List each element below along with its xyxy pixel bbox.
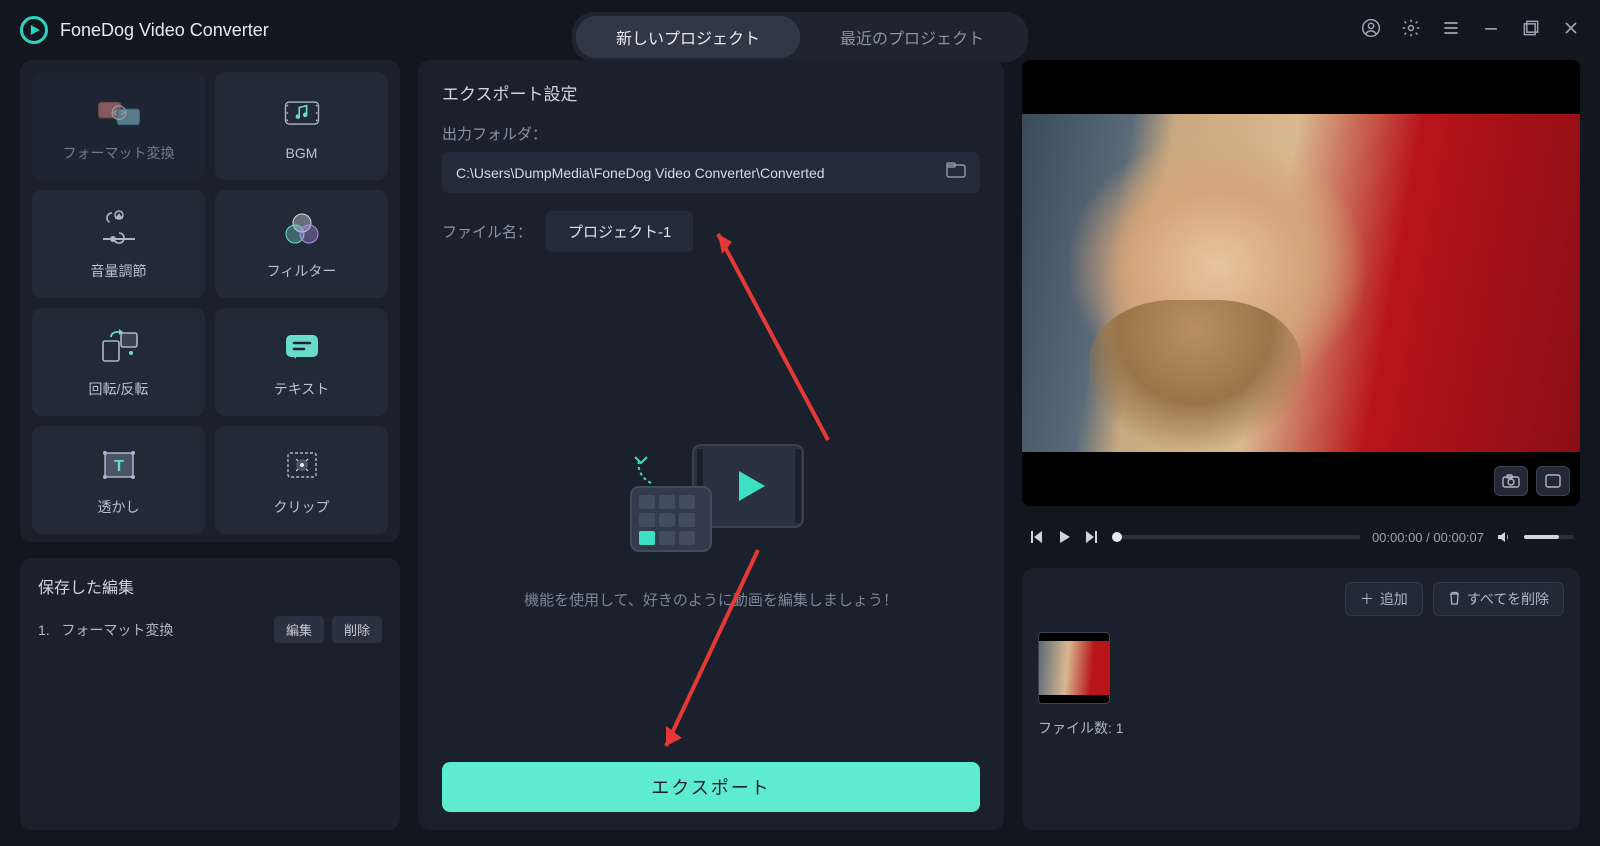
volume-icon[interactable] [1496, 529, 1512, 545]
video-preview [1022, 60, 1580, 506]
title-bar: FoneDog Video Converter 新しいプロジェクト 最近のプロジ… [0, 0, 1600, 60]
tools-panel: フォーマット変換 BGM 音量調節 [20, 60, 400, 542]
account-icon[interactable] [1360, 17, 1382, 39]
text-icon [280, 325, 324, 369]
prev-button[interactable] [1028, 529, 1044, 545]
svg-text:T: T [114, 458, 124, 475]
saved-edits-panel: 保存した編集 1. フォーマット変換 編集 削除 [20, 558, 400, 830]
convert-icon [97, 89, 141, 133]
file-count: ファイル数: 1 [1038, 718, 1564, 738]
minimize-button[interactable] [1480, 17, 1502, 39]
filter-icon [280, 207, 324, 251]
close-button[interactable] [1560, 17, 1582, 39]
tool-format-convert[interactable]: フォーマット変換 [32, 72, 205, 180]
filename-input[interactable]: プロジェクト-1 [546, 211, 693, 252]
app-logo-icon [20, 16, 48, 44]
progress-bar[interactable] [1112, 535, 1360, 539]
export-panel: エクスポート設定 出力フォルダ： C:\Users\DumpMedia\Fone… [418, 60, 1004, 830]
fullscreen-button[interactable] [1536, 466, 1570, 496]
tool-label: フィルター [267, 261, 337, 281]
saved-edit-edit-button[interactable]: 編集 [274, 616, 324, 643]
tool-label: クリップ [274, 497, 330, 517]
menu-icon[interactable] [1440, 17, 1462, 39]
export-illustration: 機能を使用して、好きのように動画を編集しましょう！ [442, 282, 980, 762]
tool-label: 透かし [98, 497, 140, 517]
export-section-title: エクスポート設定 [442, 80, 980, 105]
time-display: 00:00:00 / 00:00:07 [1372, 530, 1484, 545]
video-frame[interactable] [1022, 114, 1580, 453]
next-button[interactable] [1084, 529, 1100, 545]
thumbnails-panel: ＋ 追加 すべてを削除 ファイル数: 1 [1022, 568, 1580, 830]
filename-label: ファイル名： [442, 221, 532, 242]
output-folder-path: C:\Users\DumpMedia\FoneDog Video Convert… [456, 165, 946, 181]
tool-clip[interactable]: クリップ [215, 426, 388, 534]
browse-folder-icon[interactable] [946, 162, 966, 183]
tool-label: フォーマット変換 [63, 143, 175, 163]
tool-label: 回転/反転 [89, 379, 149, 399]
window-controls [1360, 17, 1582, 39]
bgm-icon [280, 91, 324, 135]
play-button[interactable] [1056, 529, 1072, 545]
saved-edit-row: 1. フォーマット変換 編集 削除 [38, 616, 382, 643]
top-tabs: 新しいプロジェクト 最近のプロジェクト [572, 12, 1028, 62]
export-hint-text: 機能を使用して、好きのように動画を編集しましょう！ [524, 589, 898, 613]
rotate-icon [97, 325, 141, 369]
plus-icon: ＋ [1360, 589, 1374, 609]
tool-text[interactable]: テキスト [215, 308, 388, 416]
tool-rotate[interactable]: 回転/反転 [32, 308, 205, 416]
tool-label: 音量調節 [91, 261, 147, 281]
add-file-button[interactable]: ＋ 追加 [1345, 582, 1423, 616]
volume-icon [97, 207, 141, 251]
saved-edits-title: 保存した編集 [38, 574, 382, 598]
tool-bgm[interactable]: BGM [215, 72, 388, 180]
player-controls: 00:00:00 / 00:00:07 [1022, 520, 1580, 554]
snapshot-button[interactable] [1494, 466, 1528, 496]
video-thumbnail[interactable] [1038, 632, 1110, 704]
tool-label: テキスト [274, 379, 330, 399]
saved-edit-name: フォーマット変換 [61, 622, 173, 638]
trash-icon [1448, 591, 1461, 608]
tool-label: BGM [286, 145, 318, 161]
tool-filter[interactable]: フィルター [215, 190, 388, 298]
tool-watermark[interactable]: T 透かし [32, 426, 205, 534]
saved-edit-delete-button[interactable]: 削除 [332, 616, 382, 643]
clip-icon [280, 443, 324, 487]
output-folder-label: 出力フォルダ： [442, 123, 980, 144]
volume-slider[interactable] [1524, 535, 1574, 539]
tool-volume[interactable]: 音量調節 [32, 190, 205, 298]
app-title: FoneDog Video Converter [60, 20, 269, 41]
output-folder-field[interactable]: C:\Users\DumpMedia\FoneDog Video Convert… [442, 152, 980, 193]
tab-new-project[interactable]: 新しいプロジェクト [576, 16, 800, 58]
settings-icon[interactable] [1400, 17, 1422, 39]
watermark-icon: T [97, 443, 141, 487]
tab-recent-projects[interactable]: 最近のプロジェクト [800, 16, 1024, 58]
delete-all-button[interactable]: すべてを削除 [1433, 582, 1564, 616]
saved-edit-index: 1. [38, 622, 50, 638]
maximize-button[interactable] [1520, 17, 1542, 39]
export-button[interactable]: エクスポート [442, 762, 980, 812]
